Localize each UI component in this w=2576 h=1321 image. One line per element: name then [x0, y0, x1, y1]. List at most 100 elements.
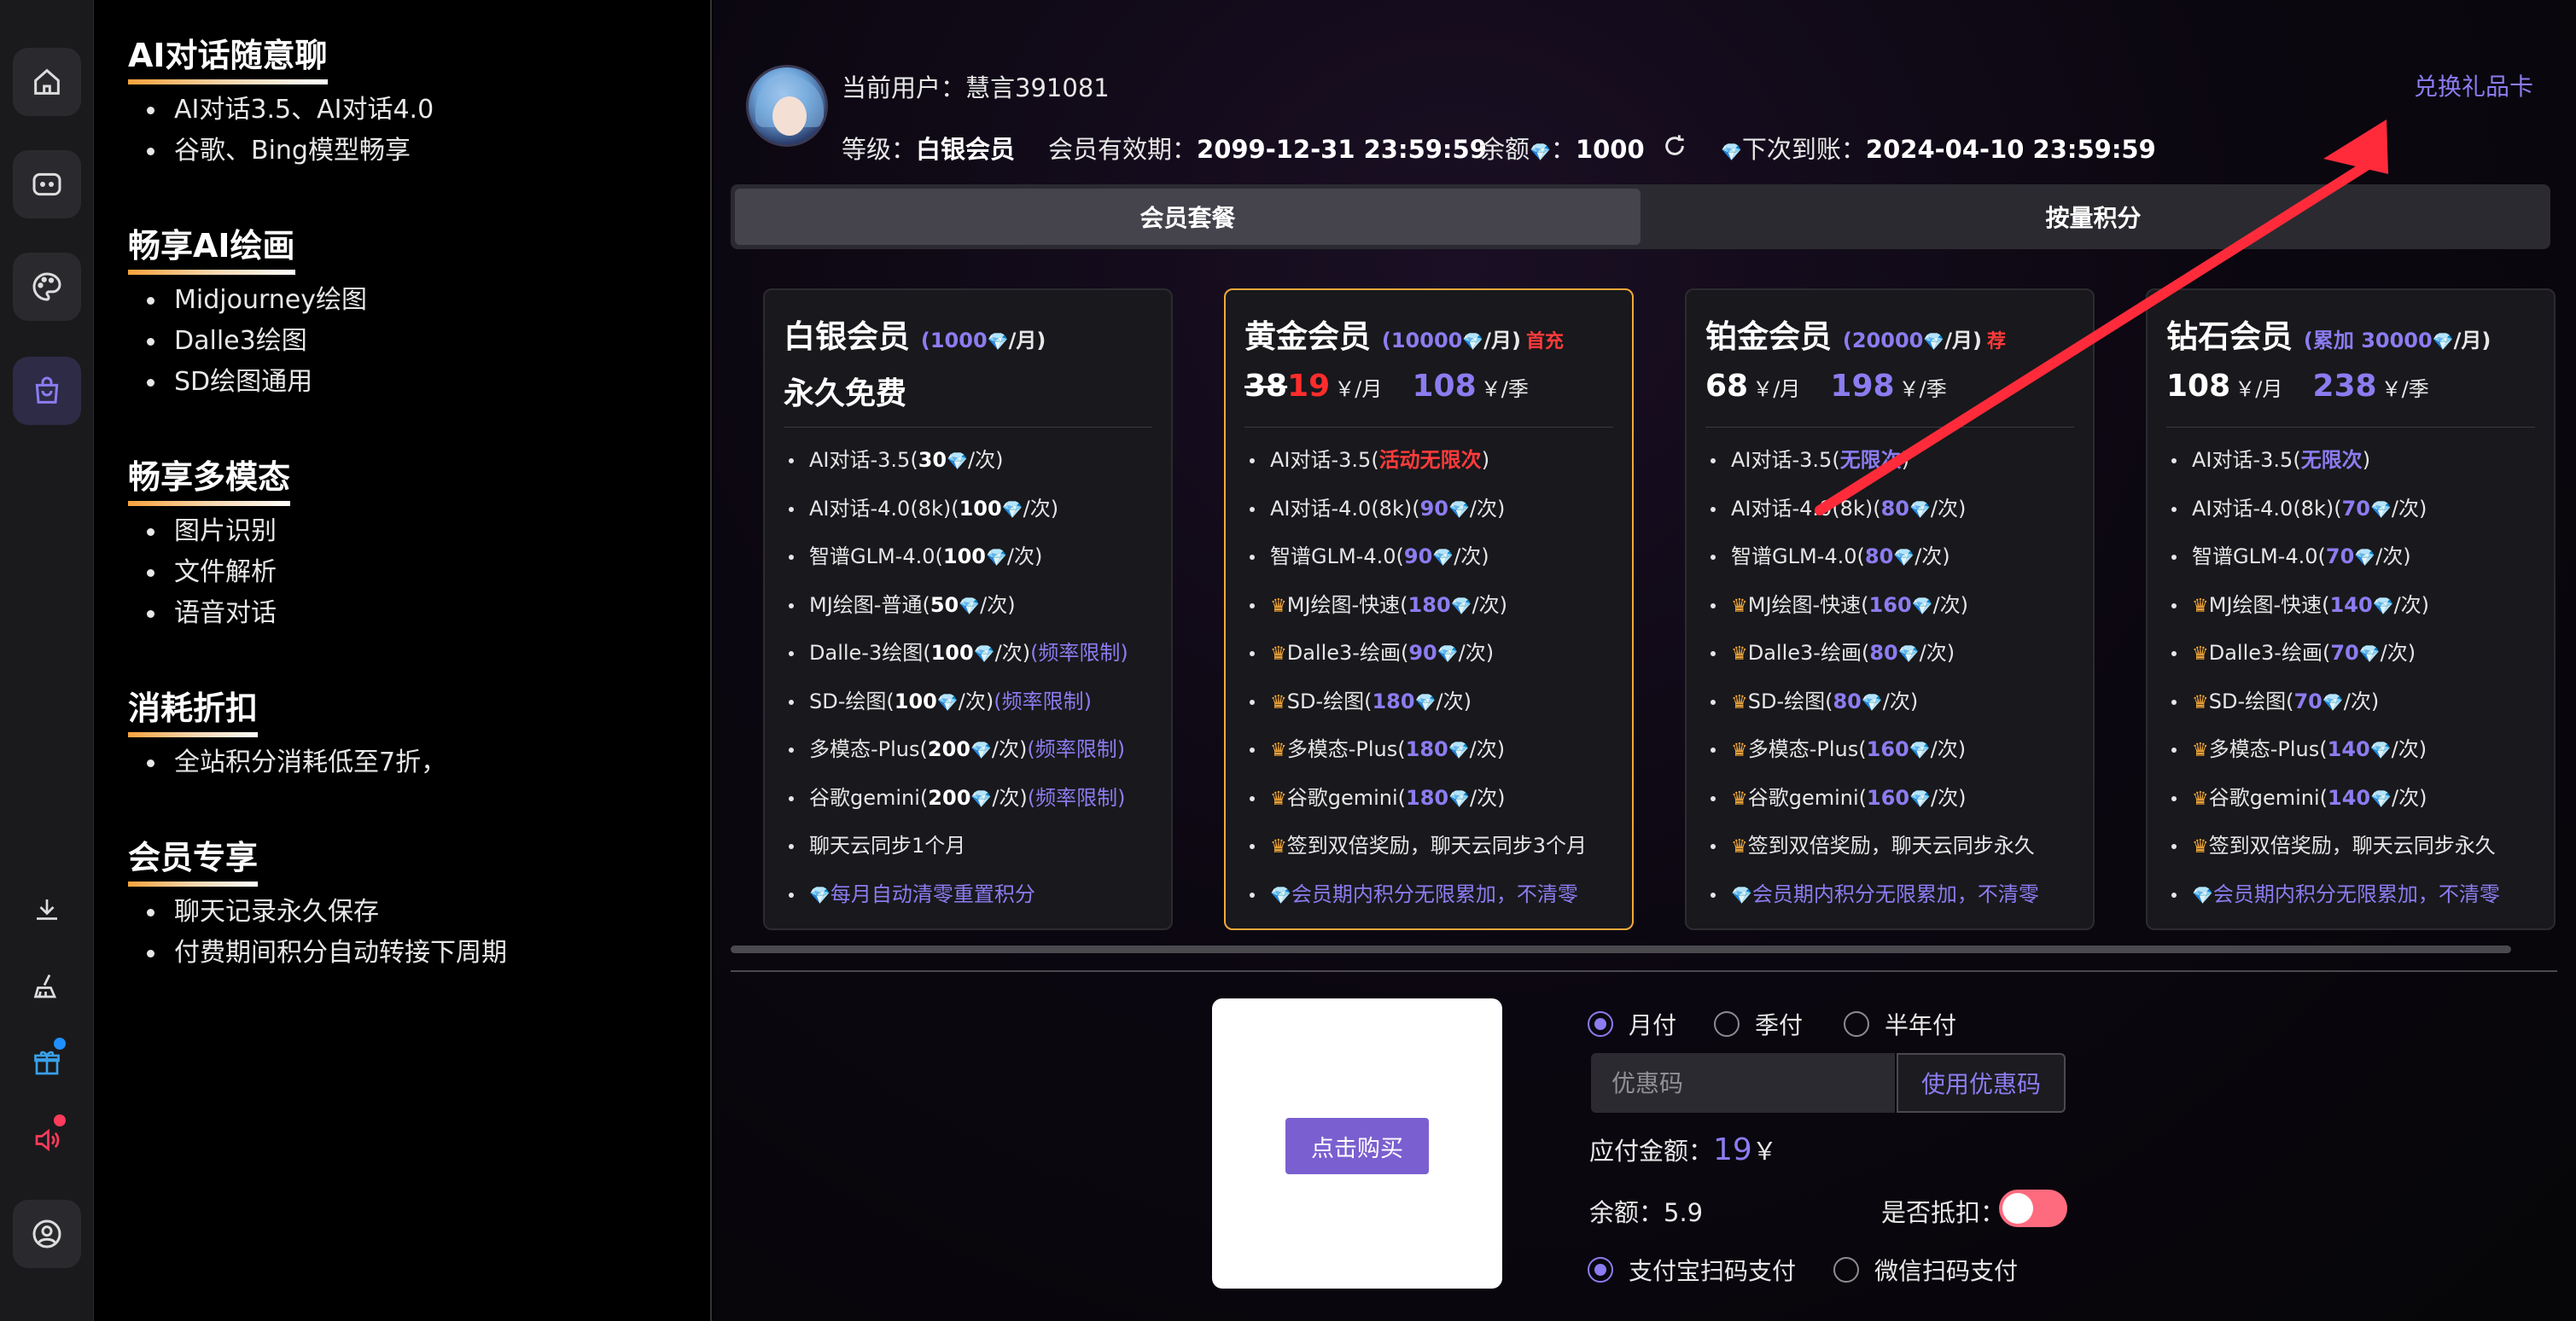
feature-text: Dalle3-绘画( [1747, 641, 1870, 665]
diamond-icon: 💎 [2370, 498, 2392, 520]
plan-feature: ♛谷歌gemini(160💎/次) [1705, 774, 2074, 823]
alipay-radio[interactable]: 支付宝扫码支付 [1588, 1253, 1796, 1287]
plan-card[interactable]: 白银会员 (1000💎/月) 永久免费 AI对话-3.5(30💎/次) AI对话-4.… [763, 288, 1173, 930]
radio-label: 半年付 [1885, 1011, 1957, 1039]
price-unit-monthly: ￥/月 [1752, 377, 1801, 401]
feature-unit: /次) [1023, 496, 1059, 521]
price-monthly: 68 [1705, 369, 1749, 404]
buy-button[interactable]: 点击购买 [1285, 1118, 1429, 1174]
plan-feature: AI对话-3.5(无限次) [1705, 436, 2074, 485]
feature-unit: ) [1901, 448, 1910, 472]
feature-item: 图片识别 [140, 511, 710, 552]
plan-feature: ♛签到双倍奖励，聊天云同步永久 [1705, 822, 2074, 870]
plan-feature: ♛SD-绘图(70💎/次) [2166, 678, 2535, 726]
plan-free-label: 永久免费 [784, 376, 907, 411]
diamond-icon: 💎 [2322, 691, 2344, 713]
feature-limit: (频率限制) [1030, 641, 1128, 665]
user-profile-icon[interactable] [13, 1200, 81, 1268]
feature-unit: /次) [1469, 737, 1506, 761]
feature-text: 多模态-Plus( [809, 737, 928, 761]
speaker-icon[interactable] [13, 1106, 81, 1174]
feature-unit: /次) [2343, 689, 2380, 713]
gift-icon[interactable] [13, 1029, 81, 1097]
plan-feature: SD-绘图(100💎/次)(频率限制) [784, 678, 1152, 726]
feature-cost: 80 [1880, 496, 1909, 521]
apply-coupon-button[interactable]: 使用优惠码 [1897, 1053, 2066, 1113]
diamond-icon: 💎 [1432, 547, 1454, 567]
feature-item: Dalle3绘图 [140, 321, 710, 362]
feature-cost: 无限次 [1839, 448, 1902, 472]
period-monthly-radio[interactable]: 月付 [1588, 1007, 1676, 1041]
plan-feature: ♛Dalle3-绘画(70💎/次) [2166, 629, 2535, 678]
plan-feature: ♛签到双倍奖励，聊天云同步永久 [2166, 822, 2535, 870]
wechat-pay-radio[interactable]: 微信扫码支付 [1833, 1253, 2018, 1287]
feature-cost: 160 [1866, 737, 1909, 761]
feature-cost: 70 [2330, 641, 2359, 665]
feature-unit: /次) [1919, 641, 1955, 665]
period-halfyear-radio[interactable]: 半年付 [1844, 1007, 1956, 1041]
diamond-icon: 💎 [987, 331, 1009, 352]
divider [2166, 427, 2535, 428]
feature-section-title: 畅享AI绘画 [128, 219, 295, 275]
feature-section: 畅享多模态 图片识别 文件解析 语音对话 [128, 451, 710, 634]
feature-cost: 200 [927, 737, 970, 761]
shopping-bag-icon[interactable] [13, 357, 81, 425]
crown-icon: ♛ [1270, 788, 1287, 810]
feature-text: 智谱GLM-4.0( [1270, 544, 1404, 568]
broom-icon[interactable] [13, 952, 81, 1021]
feature-section-title: 消耗折扣 [128, 682, 259, 737]
feature-text: MJ绘图-快速( [2208, 592, 2330, 617]
diamond-icon: 💎 [1731, 884, 1752, 905]
features-panel: AI对话随意聊 AI对话3.5、AI对话4.0 谷歌、Bing模型畅享 畅享AI… [94, 0, 712, 1321]
feature-unit: /次) [980, 592, 1016, 617]
feature-unit: /次) [1454, 544, 1489, 568]
plan-card[interactable]: 铂金会员 (20000💎/月) 荐 68 ￥/月 198 ￥/季 AI对话-3.5(无… [1685, 288, 2095, 930]
feature-text: AI对话-3.5( [2192, 448, 2301, 472]
coupon-input[interactable] [1591, 1053, 1895, 1113]
plan-feature: 谷歌gemini(200💎/次)(频率限制) [784, 774, 1152, 823]
plan-card[interactable]: 黄金会员 (10000💎/月) 首充 3819 ￥/月 108 ￥/季 AI对话-3.… [1224, 288, 1634, 930]
diamond-icon: 💎 [1923, 331, 1945, 352]
chat-icon[interactable] [13, 150, 81, 218]
plan-feature: 智谱GLM-4.0(100💎/次) [784, 532, 1152, 581]
crown-icon: ♛ [2192, 836, 2209, 858]
feature-unit: /次) [1932, 592, 1969, 617]
home-icon[interactable] [13, 48, 81, 116]
crown-icon: ♛ [2192, 788, 2209, 810]
plan-feature: ♛Dalle3-绘画(90💎/次) [1244, 629, 1613, 678]
feature-cost: 50 [930, 592, 959, 617]
period-quarterly-radio[interactable]: 季付 [1714, 1007, 1803, 1041]
diamond-icon: 💎 [1001, 498, 1023, 520]
diamond-icon: 💎 [2432, 331, 2454, 352]
plan-card[interactable]: 钻石会员 (累加 30000💎/月) 108 ￥/月 238 ￥/季 AI对话-3.… [2146, 288, 2556, 930]
payment-balance: 余额：5.9 [1589, 1193, 1703, 1229]
horizontal-scrollbar[interactable] [731, 946, 2511, 953]
feature-text: MJ绘图-快速( [1286, 592, 1408, 617]
plan-title: 钻石会员 (累加 30000💎/月) [2166, 311, 2535, 357]
diamond-icon: 💎 [959, 595, 981, 616]
plan-name: 白银会员 [784, 318, 910, 355]
plan-credits-value: (累加 30000 [2303, 329, 2433, 352]
crown-icon: ♛ [1731, 595, 1748, 617]
diamond-icon: 💎 [2358, 643, 2381, 664]
deduct-label: 是否抵扣： [1881, 1198, 2006, 1227]
price-monthly: 108 [2166, 369, 2231, 404]
crown-icon: ♛ [1270, 836, 1287, 858]
feature-text: AI对话-3.5( [1270, 448, 1379, 472]
radio-label: 支付宝扫码支付 [1629, 1257, 1797, 1285]
plan-feature: 💎会员期内积分无限累加，不清零 [1705, 870, 2074, 919]
feature-unit: /次) [2393, 592, 2430, 617]
radio-circle [1714, 1011, 1740, 1037]
divider [1705, 427, 2074, 428]
crown-icon: ♛ [1731, 836, 1748, 858]
download-icon[interactable] [13, 876, 81, 944]
deduct-toggle[interactable] [1999, 1190, 2067, 1227]
radio-label: 月付 [1629, 1011, 1677, 1039]
diamond-icon: 💎 [985, 547, 1007, 567]
palette-icon[interactable] [13, 253, 81, 321]
divider [731, 970, 2557, 972]
feature-text: AI对话-3.5( [809, 448, 918, 472]
feature-text: 多模态-Plus( [1747, 737, 1867, 761]
plan-feature: AI对话-4.0(8k)(80💎/次) [1705, 485, 2074, 533]
plan-credits-value: (10000 [1381, 329, 1463, 352]
